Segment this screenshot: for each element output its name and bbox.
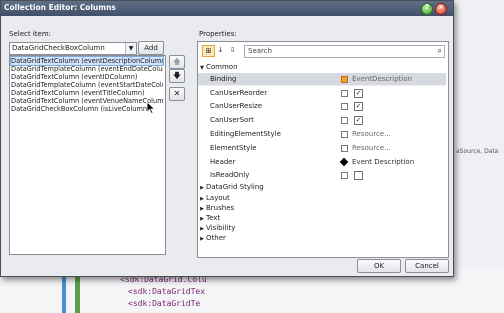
list-item[interactable]: DataGridTemplateColumn (eventStartDateCo… bbox=[11, 81, 163, 89]
ok-button[interactable]: OK bbox=[357, 259, 401, 273]
property-row-editingelementstyle[interactable]: EditingElementStyle Resource... bbox=[198, 128, 446, 140]
property-row-isreadonly[interactable]: IsReadOnly bbox=[198, 169, 446, 181]
list-item[interactable]: DataGridCheckBoxColumn (isLiveColumn) bbox=[11, 105, 163, 113]
property-checkbox[interactable]: ✓ bbox=[354, 89, 363, 98]
property-row-canuserreorder[interactable]: CanUserReorder ✓ bbox=[198, 87, 446, 99]
select-item-label: Select item: bbox=[9, 30, 51, 38]
cancel-button[interactable]: Cancel bbox=[405, 259, 449, 273]
category-brushes[interactable]: ▶ Brushes bbox=[198, 203, 446, 213]
property-row-binding[interactable]: Binding EventDescription bbox=[198, 73, 446, 85]
list-item[interactable]: DataGridTextColumn (eventTitleColumn) bbox=[11, 89, 163, 97]
category-visibility[interactable]: ▶ Visibility bbox=[198, 223, 446, 233]
expanded-triangle-icon: ▼ bbox=[200, 65, 204, 71]
property-name: ElementStyle bbox=[210, 144, 257, 152]
close-icon: × bbox=[438, 3, 444, 11]
divider bbox=[198, 85, 446, 86]
code-line: <sdk:DataGridTe bbox=[128, 299, 201, 308]
category-text[interactable]: ▶ Text bbox=[198, 213, 446, 223]
list-item[interactable]: DataGridTemplateColumn (eventEndDateColu… bbox=[11, 65, 163, 73]
move-down-button[interactable]: 🡇 bbox=[169, 69, 185, 83]
chevron-down-icon[interactable]: ▼ bbox=[125, 43, 136, 54]
property-value[interactable]: Resource... bbox=[352, 128, 444, 140]
category-datagrid-styling[interactable]: ▶ DataGrid Styling bbox=[198, 182, 446, 192]
remove-item-button[interactable]: ✕ bbox=[169, 87, 185, 101]
property-row-canuserresize[interactable]: CanUserResize ✓ bbox=[198, 100, 446, 112]
local-value-marker-icon[interactable] bbox=[339, 157, 349, 167]
property-name: EditingElementStyle bbox=[210, 130, 281, 138]
help-button[interactable]: ? bbox=[421, 3, 433, 15]
search-input[interactable]: Search ⌕ bbox=[244, 45, 445, 58]
property-name: IsReadOnly bbox=[210, 171, 250, 179]
property-name: CanUserResize bbox=[210, 102, 262, 110]
list-item[interactable]: DataGridTextColumn (eventVenueNameColumn… bbox=[11, 97, 163, 105]
property-name: CanUserReorder bbox=[210, 89, 268, 97]
property-checkbox[interactable]: ✓ bbox=[354, 116, 363, 125]
category-common[interactable]: ▼ Common bbox=[198, 62, 446, 72]
mouse-cursor-icon bbox=[146, 101, 156, 114]
item-type-combo[interactable]: DataGridCheckBoxColumn ▼ bbox=[9, 42, 137, 55]
property-marker-icon[interactable] bbox=[341, 117, 348, 124]
property-marker-icon[interactable] bbox=[341, 172, 348, 179]
binding-marker-icon[interactable] bbox=[341, 76, 348, 83]
list-item[interactable]: DataGridTextColumn (eventDescriptionColu… bbox=[10, 56, 164, 66]
property-marker-icon[interactable] bbox=[341, 90, 348, 97]
property-marker-icon[interactable] bbox=[341, 131, 348, 138]
property-value[interactable]: EventDescription bbox=[352, 73, 444, 85]
property-checkbox[interactable]: ✓ bbox=[354, 102, 363, 111]
collapsed-triangle-icon: ▶ bbox=[200, 185, 204, 191]
category-layout[interactable]: ▶ Layout bbox=[198, 193, 446, 203]
ide-properties-strip bbox=[454, 0, 504, 313]
dialog-title: Collection Editor: Columns bbox=[4, 3, 116, 12]
close-button[interactable]: × bbox=[435, 3, 447, 15]
properties-label: Properties: bbox=[199, 30, 237, 38]
category-other[interactable]: ▶ Other bbox=[198, 233, 446, 243]
property-grid: ⊞ ↓ ⇩ Search ⌕ ▼ Common Binding EventDesc… bbox=[197, 41, 449, 258]
property-name: CanUserSort bbox=[210, 116, 254, 124]
x-icon: ✕ bbox=[173, 89, 181, 98]
list-item[interactable]: DataGridTextColumn (eventIDColumn) bbox=[11, 73, 163, 81]
ide-binding-text: aSource, Data bbox=[456, 148, 499, 155]
help-icon: ? bbox=[424, 3, 430, 11]
property-value[interactable]: Event Description bbox=[352, 156, 444, 168]
collection-editor-dialog: Collection Editor: Columns ? × Select it… bbox=[0, 0, 454, 277]
combo-value: DataGridCheckBoxColumn bbox=[12, 44, 105, 52]
title-bar: Collection Editor: Columns ? × bbox=[1, 1, 453, 16]
items-list[interactable]: DataGridTextColumn (eventDescriptionColu… bbox=[9, 55, 166, 255]
add-button[interactable]: Add bbox=[138, 41, 164, 55]
search-placeholder: Search bbox=[248, 47, 273, 55]
move-up-button[interactable]: 🡅 bbox=[169, 55, 185, 69]
property-row-header[interactable]: Header Event Description bbox=[198, 156, 446, 168]
property-name: Header bbox=[210, 158, 236, 166]
property-checkbox[interactable] bbox=[354, 171, 363, 180]
categorize-icon[interactable]: ⊞ bbox=[202, 45, 215, 57]
property-row-elementstyle[interactable]: ElementStyle Resource... bbox=[198, 142, 446, 154]
arrow-down-icon: 🡇 bbox=[172, 71, 182, 80]
search-icon[interactable]: ⌕ bbox=[438, 46, 442, 56]
sort-source-icon[interactable]: ⇩ bbox=[227, 45, 238, 55]
property-name: Binding bbox=[210, 75, 237, 83]
sort-alpha-icon[interactable]: ↓ bbox=[215, 45, 226, 55]
property-value[interactable]: Resource... bbox=[352, 142, 444, 154]
code-line: <sdk:DataGridTex bbox=[128, 287, 206, 296]
arrow-up-icon: 🡅 bbox=[172, 57, 182, 66]
collapsed-triangle-icon: ▶ bbox=[200, 236, 204, 242]
property-row-canusersort[interactable]: CanUserSort ✓ bbox=[198, 114, 446, 126]
property-marker-icon[interactable] bbox=[341, 103, 348, 110]
property-marker-icon[interactable] bbox=[341, 145, 348, 152]
